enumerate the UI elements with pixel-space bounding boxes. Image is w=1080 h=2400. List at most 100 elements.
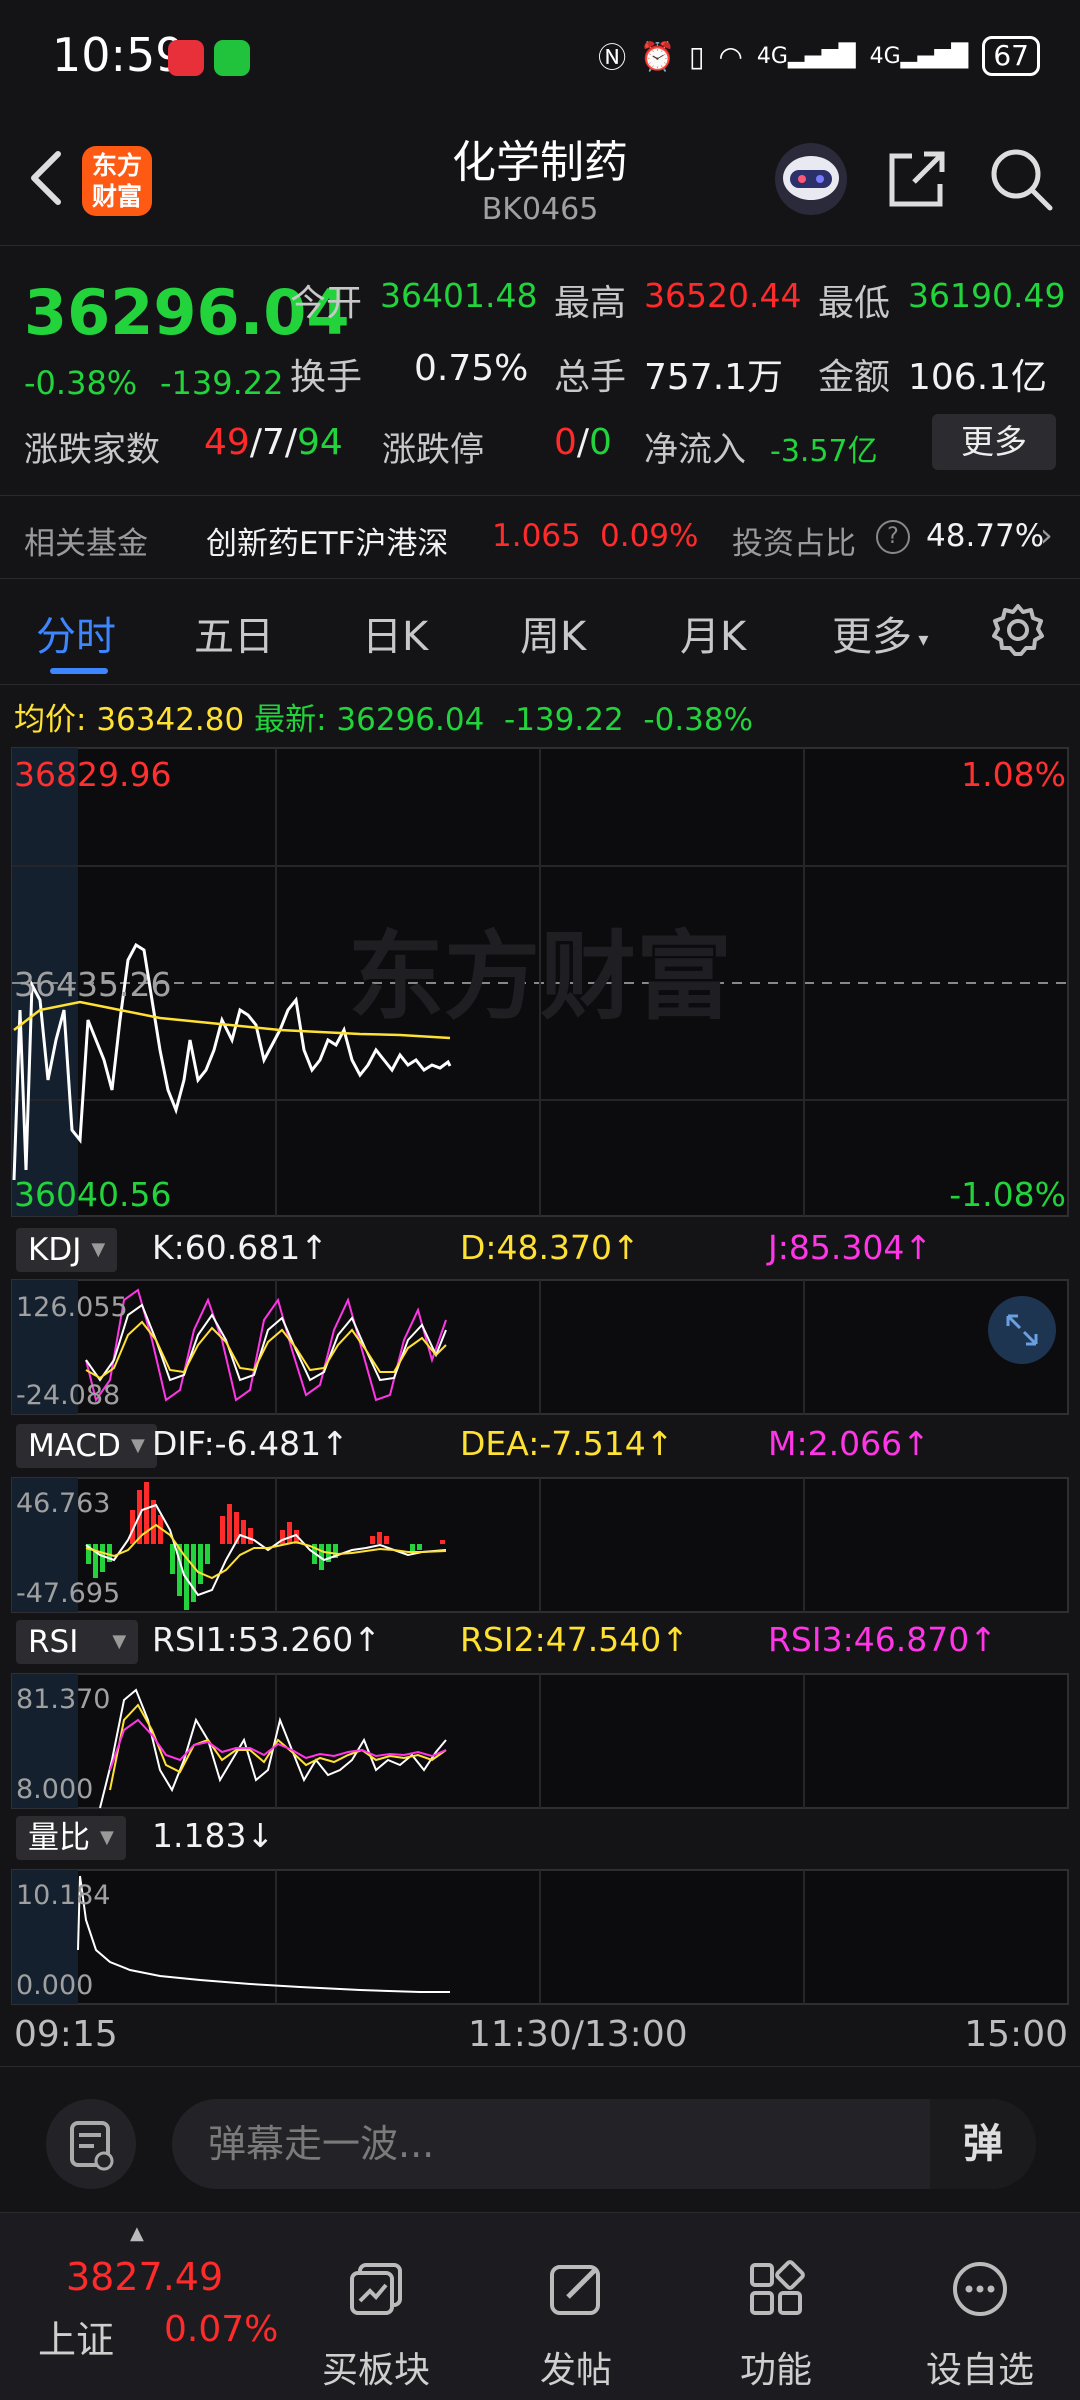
- signal-icon-2: 4G▂▄▆█: [869, 43, 969, 69]
- kdj-d-value: D:48.370↑: [460, 1228, 640, 1267]
- kdj-axis-min: -24.088: [16, 1380, 120, 1411]
- quote-panel: 36296.04 -0.38% -139.22 今开 36401.48 最高 3…: [0, 245, 1080, 495]
- robot-assistant-icon[interactable]: [772, 140, 850, 218]
- time-end: 15:00: [964, 2014, 1068, 2055]
- volume-value: 757.1万: [644, 357, 784, 398]
- fund-name[interactable]: 创新药ETF沪港深: [206, 518, 448, 563]
- chart-period-tabs: 分时 五日 日K 周K 月K 更多 ▾: [0, 580, 1080, 685]
- limit-value: 0/0: [554, 422, 612, 463]
- alarm-icon: ⏰: [640, 39, 676, 73]
- signal-icon-1: 4G▂▄▆█: [756, 43, 856, 69]
- tab-more[interactable]: 更多 ▾: [832, 604, 928, 662]
- share-icon[interactable]: [884, 146, 950, 212]
- rsi3-value: RSI3:46.870↑: [768, 1620, 997, 1659]
- rsi-axis-max: 81.370: [16, 1684, 110, 1715]
- nav-post-label: 发帖: [539, 2350, 612, 2391]
- macd-axis-max: 46.763: [16, 1488, 110, 1519]
- tab-daily-k[interactable]: 日K: [362, 604, 428, 662]
- status-time: 10:59: [52, 28, 185, 82]
- volume-ratio-value: 1.183↓: [152, 1816, 275, 1855]
- price-info-line: 均价: 36342.80 最新: 36296.04 -139.22 -0.38%: [14, 702, 754, 738]
- grid-functions-icon: [750, 2260, 805, 2315]
- related-fund-row[interactable]: 相关基金 创新药ETF沪港深 1.065 0.09% 投资占比 ? 48.77%…: [0, 495, 1080, 579]
- breadth-value: 49/7/94: [204, 422, 343, 463]
- netflow-value: -3.57亿: [770, 434, 878, 469]
- fund-label: 相关基金: [24, 526, 148, 562]
- kdj-k-value: K:60.681↑: [152, 1228, 328, 1267]
- sh-index-value[interactable]: 3827.49: [66, 2255, 223, 2299]
- price-axis-bottom: 36040.56: [14, 1175, 171, 1214]
- kdj-j-value: J:85.304↑: [768, 1228, 932, 1267]
- pct-axis-top: 1.08%: [961, 755, 1066, 794]
- volume-label: 总手: [554, 357, 627, 398]
- wifi-icon: ◠: [718, 39, 743, 73]
- comment-list-button[interactable]: [46, 2099, 136, 2189]
- high-label: 最高: [554, 283, 627, 324]
- expand-icon[interactable]: [988, 1296, 1056, 1364]
- help-icon[interactable]: ?: [876, 520, 910, 554]
- comment-bar: 弹幕走一波... 弹: [0, 2066, 1080, 2211]
- sh-index-name[interactable]: 上证: [38, 2309, 114, 2364]
- low-value: 36190.49: [908, 276, 1066, 315]
- header: 东方 财富 化学制药 BK0465: [0, 110, 1080, 245]
- search-icon[interactable]: [988, 146, 1054, 212]
- macd-m-value: M:2.066↑: [768, 1424, 930, 1463]
- danmu-input[interactable]: 弹幕走一波...: [172, 2099, 1036, 2189]
- active-tab-indicator: [50, 668, 108, 674]
- tab-monthly-k[interactable]: 月K: [680, 604, 746, 662]
- low-label: 最低: [818, 283, 891, 324]
- danmu-toggle-button[interactable]: 弹: [930, 2099, 1036, 2189]
- rsi-selector[interactable]: RSI ▼: [16, 1620, 139, 1664]
- turnover-label: 换手: [290, 357, 363, 398]
- chevron-up-icon: ▲: [130, 2223, 144, 2244]
- bottom-nav: ▲ 3827.49 上证 0.07% 买板块 发帖 功能 设自选: [0, 2212, 1080, 2400]
- rsi-axis-min: 8.000: [16, 1774, 93, 1805]
- macd-selector[interactable]: MACD ▼: [16, 1424, 157, 1468]
- rsi1-value: RSI1:53.260↑: [152, 1620, 381, 1659]
- sh-index-pct[interactable]: 0.07%: [164, 2309, 278, 2350]
- nav-add-watchlist[interactable]: 设自选: [890, 2239, 1070, 2391]
- change-value: -139.22: [160, 364, 284, 402]
- tab-weekly-k[interactable]: 周K: [520, 604, 586, 662]
- nav-buy-sector-label: 买板块: [321, 2350, 430, 2391]
- limit-label: 涨跌停: [382, 430, 484, 470]
- time-axis: 09:15 11:30/13:00 15:00: [0, 2010, 1080, 2066]
- netflow-label: 净流入: [644, 430, 746, 470]
- nav-functions[interactable]: 功能: [686, 2239, 866, 2391]
- open-label: 今开: [290, 283, 363, 324]
- change-pct: -0.38%: [24, 364, 138, 402]
- macd-axis-min: -47.695: [16, 1578, 120, 1609]
- vibrate-icon: ▯: [689, 39, 705, 73]
- rsi2-value: RSI2:47.540↑: [460, 1620, 689, 1659]
- nav-buy-sector[interactable]: 买板块: [286, 2239, 466, 2391]
- buy-sector-icon: [350, 2263, 402, 2315]
- nfc-icon: Ⓝ: [598, 41, 627, 74]
- battery-icon: 67: [982, 36, 1040, 76]
- macd-dea-value: DEA:-7.514↑: [460, 1424, 674, 1463]
- fund-ratio-label: 投资占比: [732, 526, 856, 562]
- comment-list-icon: [70, 2121, 114, 2171]
- intraday-chart[interactable]: 东方财富 36829.96 36435.26 36040.56 1.08% -1…: [0, 740, 1080, 2080]
- nav-add-watchlist-label: 设自选: [925, 2350, 1034, 2391]
- open-value: 36401.48: [380, 276, 538, 315]
- nav-functions-label: 功能: [739, 2350, 812, 2391]
- kdj-selector[interactable]: KDJ ▼: [16, 1228, 118, 1272]
- volume-ratio-axis-max: 10.184: [16, 1880, 110, 1911]
- settings-gear-icon[interactable]: [990, 602, 1046, 658]
- wechat-icon: [214, 40, 250, 76]
- tab-intraday[interactable]: 分时: [36, 604, 116, 662]
- high-value: 36520.44: [644, 276, 802, 315]
- status-bar: 10:59 Ⓝ ⏰ ▯ ◠ 4G▂▄▆█ 4G▂▄▆█ 67: [0, 0, 1080, 110]
- status-icons: Ⓝ ⏰ ▯ ◠ 4G▂▄▆█ 4G▂▄▆█ 67: [598, 34, 1040, 78]
- more-button[interactable]: 更多: [932, 414, 1056, 470]
- fund-pct: 0.09%: [600, 518, 699, 554]
- turnover-value: 0.75%: [414, 348, 529, 389]
- volume-ratio-selector[interactable]: 量比 ▼: [16, 1816, 126, 1860]
- tab-five-day[interactable]: 五日: [194, 604, 274, 662]
- macd-dif-value: DIF:-6.481↑: [152, 1424, 349, 1463]
- fund-ratio-value: 48.77%: [926, 518, 1045, 554]
- breadth-label: 涨跌家数: [24, 430, 160, 470]
- nav-post[interactable]: 发帖: [486, 2239, 666, 2391]
- shopping-app-icon: [168, 40, 204, 76]
- pct-axis-bottom: -1.08%: [949, 1175, 1066, 1214]
